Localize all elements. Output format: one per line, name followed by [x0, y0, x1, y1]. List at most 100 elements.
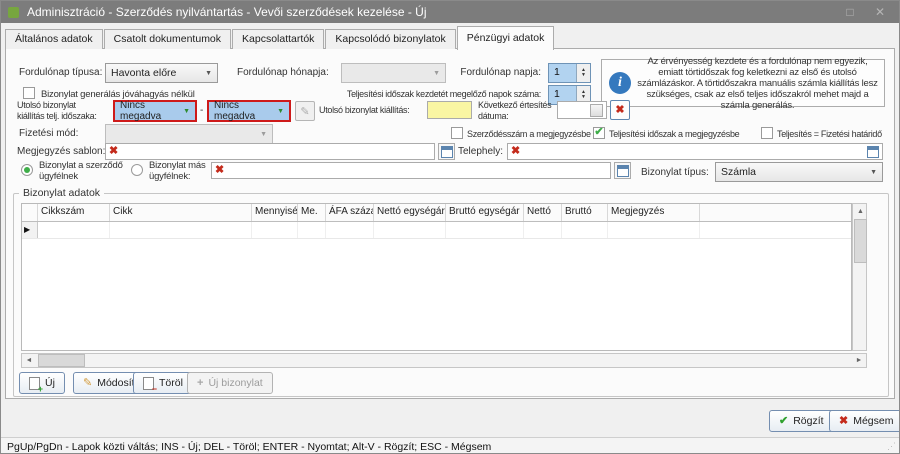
check-icon: ✔	[779, 416, 788, 427]
col-megjegyzes[interactable]: Megjegyzés	[608, 204, 700, 221]
calendar-icon[interactable]	[867, 146, 879, 158]
plus-icon: +	[197, 378, 203, 389]
megjegyzes-sablon-picker-button[interactable]	[438, 143, 455, 160]
pencil-icon: ✎	[300, 105, 309, 118]
vertical-scroll-thumb[interactable]	[854, 219, 867, 263]
idoszak-to-highlight: Nincs megadva ▼	[207, 100, 291, 122]
telephely-field[interactable]: ✖	[507, 143, 883, 160]
tab-penzugyi-adatok[interactable]: Pénzügyi adatok	[457, 26, 555, 50]
idoszak-to-value: Nincs megadva	[214, 100, 277, 122]
scroll-up-icon[interactable]: ▲	[857, 208, 864, 215]
scroll-right-icon[interactable]: ►	[852, 357, 866, 364]
chevron-down-icon: ▼	[205, 70, 212, 77]
col-cikkszam[interactable]: Cikkszám	[38, 204, 110, 221]
mas-ugyfel-picker-button[interactable]	[614, 162, 631, 179]
spin-down-icon[interactable]: ▼	[581, 95, 586, 100]
bizonylat-mas-radio-label: Bizonylat más ügyfélnek:	[149, 160, 206, 182]
chevron-down-icon: ▼	[870, 169, 877, 176]
bizonylat-szerzodo-radio[interactable]	[21, 164, 33, 176]
clear-date-button[interactable]: ✖	[610, 100, 630, 120]
uj-bizonylat-button-label: Új bizonylat	[208, 377, 262, 389]
col-me[interactable]: Me.	[298, 204, 326, 221]
grid-header: Cikkszám Cikk Mennyiség Me. ÁFA százalék…	[22, 204, 851, 222]
plus-icon: +	[38, 385, 43, 394]
bizonylat-generalas-checkbox[interactable]: ✔	[23, 87, 35, 99]
szerzodesszam-checkbox-label: Szerződésszám a megjegyzésbe	[467, 129, 591, 139]
indicator-header	[22, 204, 38, 221]
tab-csatolt-dokumentumok[interactable]: Csatolt dokumentumok	[104, 29, 231, 49]
chevron-down-icon: ▼	[260, 131, 267, 138]
bizonylat-mas-radio[interactable]	[131, 164, 143, 176]
spinner-buttons[interactable]: ▲▼	[576, 64, 590, 82]
col-brutto-egysegar[interactable]: Bruttó egységár	[446, 204, 524, 221]
resize-grip[interactable]: ⋰	[887, 441, 896, 452]
idoszak-from-select[interactable]: Nincs megadva ▼	[115, 102, 195, 120]
col-mennyiseg[interactable]: Mennyiség	[252, 204, 298, 221]
utolso-kiallitas-field[interactable]	[427, 101, 472, 119]
fordulonap-napja-spinner[interactable]: 1 ▲▼	[548, 63, 591, 83]
teljesites-hatarido-checkbox-label: Teljesítés = Fizetési határidő	[777, 129, 882, 139]
utolso-idoszak-label: Utolsó bizonylat kiállítás telj. időszak…	[17, 100, 97, 122]
red-x-icon: ✖	[109, 146, 118, 157]
teljesitesi-idoszak-checkbox-label: Teljesítési időszak a megjegyzésbe	[609, 129, 739, 139]
teljesitesi-idoszak-checkbox[interactable]: ✔	[593, 127, 605, 139]
red-x-icon: ✖	[615, 105, 624, 116]
col-netto-egysegar[interactable]: Nettó egységár	[374, 204, 446, 221]
megsem-button[interactable]: ✖ Mégsem	[829, 410, 900, 432]
col-netto[interactable]: Nettó	[524, 204, 562, 221]
table-row[interactable]: ▶	[22, 222, 851, 239]
idoszak-from-highlight: Nincs megadva ▼	[113, 100, 197, 122]
minus-icon: −	[152, 385, 157, 394]
megsem-button-label: Mégsem	[853, 415, 893, 427]
fizetesi-mod-select: ▼	[105, 124, 273, 144]
red-x-icon: ✖	[215, 165, 224, 176]
grid-vertical-scrollbar[interactable]: ▲	[852, 203, 867, 351]
fordulonap-tipusa-select[interactable]: Havonta előre ▼	[105, 63, 218, 83]
scroll-left-icon[interactable]: ◄	[22, 357, 36, 364]
idoszak-to-select[interactable]: Nincs megadva ▼	[209, 102, 289, 120]
close-button[interactable]: ✕	[867, 1, 893, 23]
teljesites-hatarido-checkbox[interactable]: ✔	[761, 127, 773, 139]
mas-ugyfel-field[interactable]: ✖	[211, 162, 611, 179]
fordulonap-tipusa-value: Havonta előre	[111, 67, 176, 79]
col-filler	[700, 204, 851, 221]
maximize-button[interactable]: □	[837, 1, 863, 23]
tab-kapcsolattartok[interactable]: Kapcsolattartók	[232, 29, 324, 49]
date-drop-icon[interactable]	[590, 104, 603, 117]
horizontal-scroll-thumb[interactable]	[38, 354, 85, 367]
tab-kapcsolodo-bizonylatok[interactable]: Kapcsolódó bizonylatok	[325, 29, 455, 49]
kovetkezo-ertesites-date-field[interactable]	[557, 101, 607, 119]
bizonylat-szerzodo-radio-label: Bizonylat a szerződő ügyfélnek	[39, 160, 123, 182]
info-box: i Az érvényesség kezdete és a fordulónap…	[601, 59, 885, 107]
tab-altalanos-adatok[interactable]: Általános adatok	[5, 29, 103, 49]
uj-bizonylat-button: + Új bizonylat	[187, 372, 273, 394]
chevron-down-icon: ▼	[183, 108, 190, 115]
spin-down-icon[interactable]: ▼	[581, 73, 586, 78]
szerzodesszam-checkbox[interactable]: ✔	[451, 127, 463, 139]
info-icon: i	[609, 72, 631, 94]
title-bar: Adminisztráció - Szerződés nyilvántartás…	[1, 1, 899, 23]
col-cikk[interactable]: Cikk	[110, 204, 252, 221]
uj-button-label: Új	[45, 377, 55, 389]
dialog-window: Adminisztráció - Szerződés nyilvántartás…	[0, 0, 900, 454]
utolso-kiallitas-label: Utolsó bizonylat kiállítás:	[319, 105, 409, 115]
calendar-icon	[441, 146, 453, 158]
col-brutto[interactable]: Bruttó	[562, 204, 608, 221]
grid-horizontal-scrollbar[interactable]: ◄ ►	[21, 353, 867, 368]
bizonylat-generalas-label: Bizonylat generálás jóváhagyás nélkül	[41, 89, 195, 100]
modosit-button-label: Módosít	[97, 377, 134, 389]
uj-button[interactable]: + Új	[19, 372, 65, 394]
rogzit-button[interactable]: ✔ Rögzít	[769, 410, 834, 432]
row-marker-icon: ▶	[24, 225, 30, 234]
window-title: Adminisztráció - Szerződés nyilvántartás…	[27, 5, 427, 19]
torol-button[interactable]: − Töröl	[133, 372, 193, 394]
new-document-icon: +	[29, 377, 40, 390]
torol-button-label: Töröl	[159, 377, 183, 389]
bizonylat-tipus-label: Bizonylat típus:	[641, 167, 709, 178]
megjegyzes-sablon-field[interactable]: ✖	[105, 143, 435, 160]
tab-strip: Általános adatok Csatolt dokumentumok Ka…	[5, 26, 555, 49]
bizonylat-adatok-title: Bizonylat adatok	[19, 187, 104, 199]
col-afa-szazalek[interactable]: ÁFA százalék	[326, 204, 374, 221]
rogzit-button-label: Rögzít	[793, 415, 823, 427]
bizonylat-tipus-select[interactable]: Számla ▼	[715, 162, 883, 182]
